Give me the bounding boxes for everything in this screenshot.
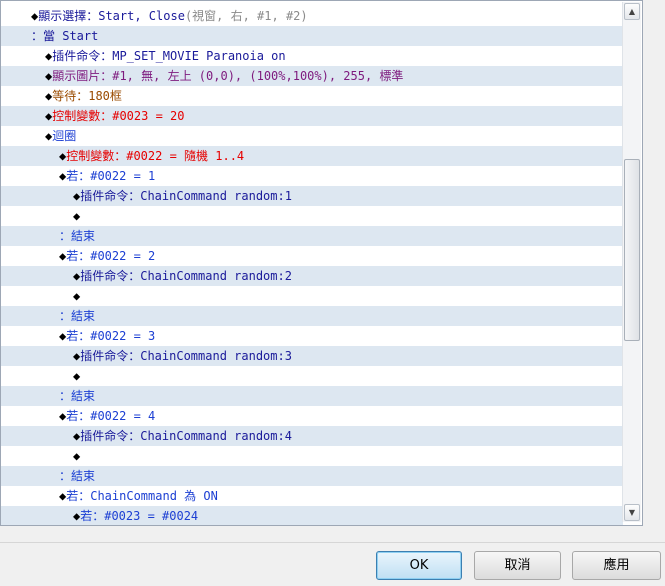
command-row[interactable]: ◆顯示選擇：Start, Close (視窗, 右, #1, #2) bbox=[1, 6, 623, 26]
command-diamond-icon: ◆ bbox=[59, 249, 67, 263]
command-row[interactable]: ：結束 bbox=[1, 466, 623, 486]
command-diamond-icon: ◆ bbox=[45, 109, 53, 123]
command-text: 控制變數：#0023 = 20 bbox=[52, 109, 185, 123]
command-row[interactable]: ◆ bbox=[1, 286, 623, 306]
command-row[interactable]: ◆插件命令：ChainCommand random:4 bbox=[1, 426, 623, 446]
command-diamond-icon: ◆ bbox=[73, 289, 81, 303]
command-row[interactable]: ◆若：#0023 = #0024 bbox=[1, 506, 623, 525]
footer-divider bbox=[0, 542, 665, 543]
command-row[interactable]: ◆控制變數：#0022 = 隨機 1..4 bbox=[1, 146, 623, 166]
event-command-list[interactable]: ◆顯示選擇：Start, Close (視窗, 右, #1, #2) ：當 Sta… bbox=[0, 0, 643, 526]
command-row[interactable]: ◆若：#0022 = 1 bbox=[1, 166, 623, 186]
command-diamond-icon: ◆ bbox=[73, 189, 81, 203]
cancel-button[interactable]: 取消 bbox=[474, 551, 561, 580]
apply-button[interactable]: 應用 bbox=[572, 551, 661, 580]
command-row[interactable]: ◆插件命令：ChainCommand random:3 bbox=[1, 346, 623, 366]
command-row[interactable]: ◆插件命令：ChainCommand random:1 bbox=[1, 186, 623, 206]
scroll-thumb[interactable] bbox=[624, 159, 640, 341]
command-row[interactable]: ：當 Start bbox=[1, 26, 623, 46]
command-row[interactable]: ◆顯示圖片：#1, 無, 左上 (0,0), (100%,100%), 255,… bbox=[1, 66, 623, 86]
command-diamond-icon: ◆ bbox=[45, 129, 53, 143]
command-row[interactable]: ◆控制變數：#0023 = 20 bbox=[1, 106, 623, 126]
command-diamond-icon: ◆ bbox=[73, 209, 81, 223]
command-diamond-icon: ◆ bbox=[73, 349, 81, 363]
command-diamond-icon: ◆ bbox=[31, 9, 39, 23]
command-text: 若：#0023 = #0024 bbox=[80, 509, 199, 523]
command-text: 插件命令：ChainCommand random:4 bbox=[80, 429, 292, 443]
command-diamond-icon: ◆ bbox=[73, 369, 81, 383]
command-row[interactable]: ◆ bbox=[1, 366, 623, 386]
command-diamond-icon: ◆ bbox=[73, 429, 81, 443]
command-text: 顯示圖片：#1, 無, 左上 (0,0), (100%,100%), 255, … bbox=[52, 69, 404, 83]
scroll-down-icon[interactable]: ▼ bbox=[624, 504, 640, 521]
command-text: 等待：180框 bbox=[52, 89, 122, 103]
command-diamond-icon: ◆ bbox=[45, 49, 53, 63]
command-row[interactable]: ◆若：ChainCommand 為 ON bbox=[1, 486, 623, 506]
command-row[interactable]: ：結束 bbox=[1, 306, 623, 326]
command-diamond-icon: ◆ bbox=[59, 149, 67, 163]
command-row[interactable]: ◆插件命令：MP_SET_MOVIE Paranoia on bbox=[1, 46, 623, 66]
command-row[interactable]: ◆若：#0022 = 4 bbox=[1, 406, 623, 426]
command-text: ：當 Start bbox=[31, 29, 99, 43]
command-text: 插件命令：ChainCommand random:1 bbox=[80, 189, 292, 203]
command-text: 若：#0022 = 3 bbox=[66, 329, 156, 343]
command-diamond-icon: ◆ bbox=[45, 69, 53, 83]
command-row[interactable]: ◆插件命令：ChainCommand random:2 bbox=[1, 266, 623, 286]
command-diamond-icon: ◆ bbox=[59, 489, 67, 503]
command-text: 插件命令：MP_SET_MOVIE Paranoia on bbox=[52, 49, 286, 63]
command-row[interactable]: ◆等待：180框 bbox=[1, 86, 623, 106]
command-text: ：結束 bbox=[59, 309, 96, 323]
command-text: 迴圈 bbox=[52, 129, 77, 143]
command-row[interactable]: ◆ bbox=[1, 206, 623, 226]
command-text: 若：#0022 = 1 bbox=[66, 169, 156, 183]
command-text: 插件命令：ChainCommand random:2 bbox=[80, 269, 292, 283]
command-text: 顯示選擇：Start, Close bbox=[38, 9, 185, 23]
command-diamond-icon: ◆ bbox=[73, 269, 81, 283]
command-diamond-icon: ◆ bbox=[73, 509, 81, 523]
command-text: 若：#0022 = 2 bbox=[66, 249, 156, 263]
command-text: 控制變數：#0022 = 隨機 1..4 bbox=[66, 149, 245, 163]
command-diamond-icon: ◆ bbox=[59, 409, 67, 423]
command-diamond-icon: ◆ bbox=[45, 89, 53, 103]
vertical-scrollbar[interactable]: ▲ ▼ bbox=[622, 2, 641, 522]
ok-button[interactable]: OK bbox=[376, 551, 462, 580]
command-text: (視窗, 右, #1, #2) bbox=[184, 9, 308, 23]
command-text: 若：ChainCommand 為 ON bbox=[66, 489, 218, 503]
command-row[interactable]: ◆迴圈 bbox=[1, 126, 623, 146]
command-row[interactable]: ：結束 bbox=[1, 386, 623, 406]
command-diamond-icon: ◆ bbox=[73, 449, 81, 463]
command-row[interactable]: ◆若：#0022 = 3 bbox=[1, 326, 623, 346]
command-row[interactable]: ：結束 bbox=[1, 226, 623, 246]
command-diamond-icon: ◆ bbox=[59, 169, 67, 183]
command-text: ：結束 bbox=[59, 229, 96, 243]
command-row[interactable]: ◆若：#0022 = 2 bbox=[1, 246, 623, 266]
command-diamond-icon: ◆ bbox=[59, 329, 67, 343]
command-text: ：結束 bbox=[59, 469, 96, 483]
scroll-up-icon[interactable]: ▲ bbox=[624, 3, 640, 20]
command-text: 若：#0022 = 4 bbox=[66, 409, 156, 423]
command-text: ：結束 bbox=[59, 389, 96, 403]
command-row[interactable]: ◆ bbox=[1, 446, 623, 466]
command-text: 插件命令：ChainCommand random:3 bbox=[80, 349, 292, 363]
